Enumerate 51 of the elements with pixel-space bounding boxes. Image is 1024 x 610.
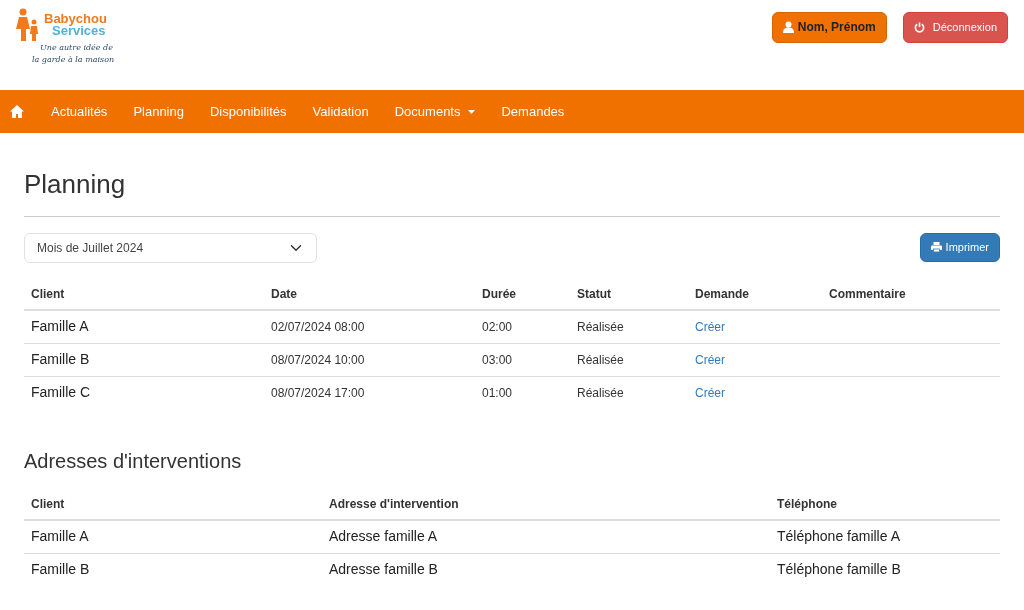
logo-tagline: Une autre idée de <box>40 42 114 54</box>
table-cell: 03:00 <box>482 352 513 367</box>
table-cell: 08/07/2024 10:00 <box>271 352 365 367</box>
column-header: Téléphone <box>770 489 1000 521</box>
table-cell: Famille A <box>31 318 89 335</box>
column-header: Commentaire <box>822 279 1000 311</box>
table-cell: Téléphone famille A <box>777 528 900 545</box>
printer-icon <box>930 242 942 253</box>
home-icon[interactable] <box>10 105 24 118</box>
column-header: Client <box>24 279 264 311</box>
logo-tagline: la garde à la maison <box>32 54 115 66</box>
table-cell: 02:00 <box>482 319 513 334</box>
table-cell: Adresse famille A <box>329 528 438 545</box>
nav-link[interactable]: Disponibilités <box>197 101 300 122</box>
nav-link[interactable]: Demandes <box>488 101 578 122</box>
nav-link[interactable]: Validation <box>299 101 382 122</box>
logout-button[interactable]: Déconnexion <box>902 12 1008 43</box>
column-header: Date <box>264 279 475 311</box>
page-title: Planning <box>24 169 127 201</box>
column-header: Durée <box>475 279 570 311</box>
column-header: Adresse d'intervention <box>322 489 770 521</box>
month-select[interactable]: Mois de Juillet 2024 <box>24 233 317 264</box>
create-link[interactable]: Créer <box>695 385 725 400</box>
table-cell: Réalisée <box>577 352 624 367</box>
column-header: Demande <box>688 279 822 311</box>
table-cell: 02/07/2024 08:00 <box>271 319 365 334</box>
table-cell: Adresse famille B <box>329 561 438 578</box>
user-icon <box>782 21 794 34</box>
print-button[interactable]: Imprimer <box>919 233 1000 262</box>
nav-link[interactable]: Actualités <box>38 101 121 122</box>
logo-brand-text: Babychou <box>44 13 107 25</box>
create-link[interactable]: Créer <box>695 352 725 367</box>
user-button[interactable]: Nom, Prénom <box>771 12 887 43</box>
table-cell: Famille C <box>31 384 91 401</box>
logo-brand-text: Services <box>52 25 107 37</box>
section-title: Adresses d'interventions <box>24 449 243 474</box>
table-cell: Téléphone famille B <box>777 561 901 578</box>
nav-link[interactable]: Planning <box>120 101 197 122</box>
power-icon <box>913 21 925 33</box>
column-header: Client <box>24 489 322 521</box>
table-cell: Réalisée <box>577 385 624 400</box>
table-cell: Famille B <box>31 561 90 578</box>
table-cell: Famille A <box>31 528 89 545</box>
parent-child-icon <box>16 8 40 42</box>
table-cell: 08/07/2024 17:00 <box>271 385 365 400</box>
table-cell: Famille B <box>31 351 90 368</box>
column-header: Statut <box>570 279 688 311</box>
create-link[interactable]: Créer <box>695 319 725 334</box>
table-cell: 01:00 <box>482 385 513 400</box>
nav-link[interactable]: Documents <box>381 101 489 122</box>
table-cell: Réalisée <box>577 319 624 334</box>
